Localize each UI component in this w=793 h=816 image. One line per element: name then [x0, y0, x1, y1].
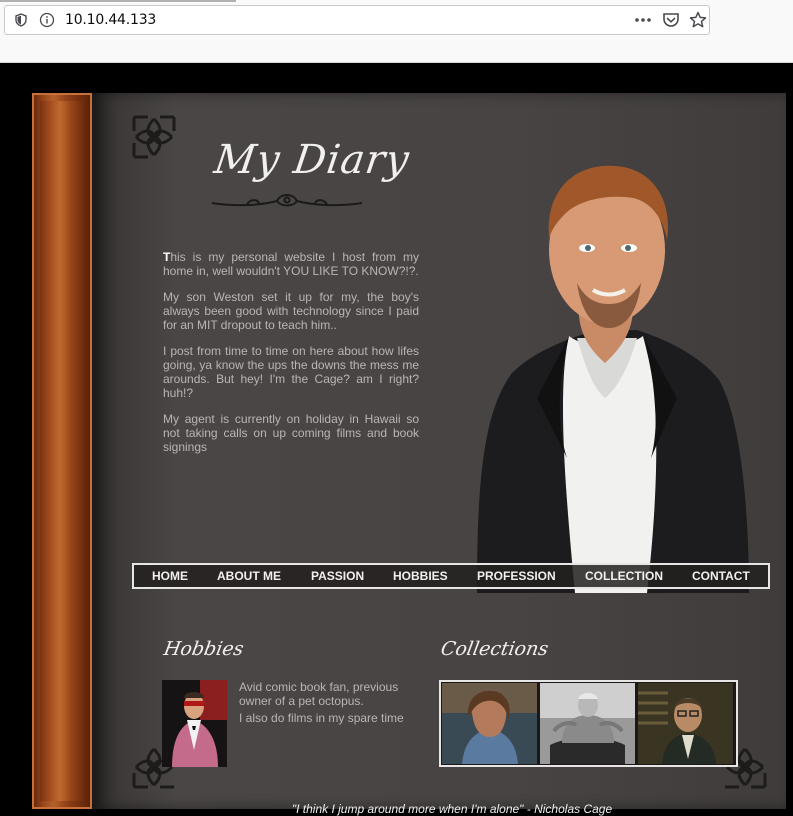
footer-quote: "I think I jump around more when I'm alo… — [291, 802, 613, 816]
page-body: My Diary This is my personal website I h… — [0, 63, 793, 816]
portrait-image — [477, 165, 749, 593]
nav-home[interactable]: HOME — [152, 569, 188, 583]
collection-thumb[interactable] — [638, 683, 733, 764]
pocket-icon[interactable] — [662, 12, 680, 28]
collection-thumb[interactable] — [442, 683, 537, 764]
hobbies-heading: Hobbies — [162, 638, 246, 660]
nav-passion[interactable]: PASSION — [311, 569, 364, 583]
nav-contact[interactable]: CONTACT — [692, 569, 750, 583]
info-icon[interactable] — [39, 12, 55, 28]
nav-collection[interactable]: COLLECTION — [585, 569, 663, 583]
bookmark-star-icon[interactable] — [689, 11, 707, 29]
intro-paragraph: I post from time to time on here about h… — [163, 344, 419, 400]
book-spine — [32, 93, 92, 809]
title-flourish-icon — [211, 194, 363, 207]
more-actions-icon[interactable] — [633, 11, 653, 29]
shield-icon[interactable] — [14, 13, 28, 27]
nav-profession[interactable]: PROFESSION — [477, 569, 556, 583]
intro-paragraph: My son Weston set it up for my, the boy'… — [163, 290, 419, 332]
browser-toolbar: 10.10.44.133 — [0, 0, 793, 63]
hobby-photo[interactable] — [162, 680, 227, 767]
nav-hobbies[interactable]: HOBBIES — [393, 569, 448, 583]
address-bar[interactable]: 10.10.44.133 — [4, 5, 710, 35]
intro-paragraph: This is my personal website I host from … — [163, 250, 419, 278]
hobby-line: I also do films in my spare time — [239, 711, 404, 725]
intro-paragraph-text: his is my personal website I host from m… — [163, 250, 419, 278]
hobby-line: Avid comic book fan, previous owner of a… — [239, 680, 399, 708]
main-nav: HOME ABOUT ME PASSION HOBBIES PROFESSION… — [132, 563, 770, 589]
intro-text: This is my personal website I host from … — [163, 250, 419, 466]
tab-indicator — [0, 0, 236, 2]
hobbies-text: Avid comic book fan, previous owner of a… — [239, 680, 414, 728]
intro-paragraph: My agent is currently on holiday in Hawa… — [163, 412, 419, 454]
nav-about-me[interactable]: ABOUT ME — [217, 569, 281, 583]
diary-board: My Diary This is my personal website I h… — [92, 93, 786, 816]
url-text[interactable]: 10.10.44.133 — [65, 12, 156, 28]
site-title: My Diary — [211, 137, 413, 183]
collections-heading: Collections — [439, 638, 551, 660]
collection-gallery — [439, 680, 738, 767]
corner-ornament-icon — [132, 115, 176, 159]
collection-thumb[interactable] — [540, 683, 635, 764]
